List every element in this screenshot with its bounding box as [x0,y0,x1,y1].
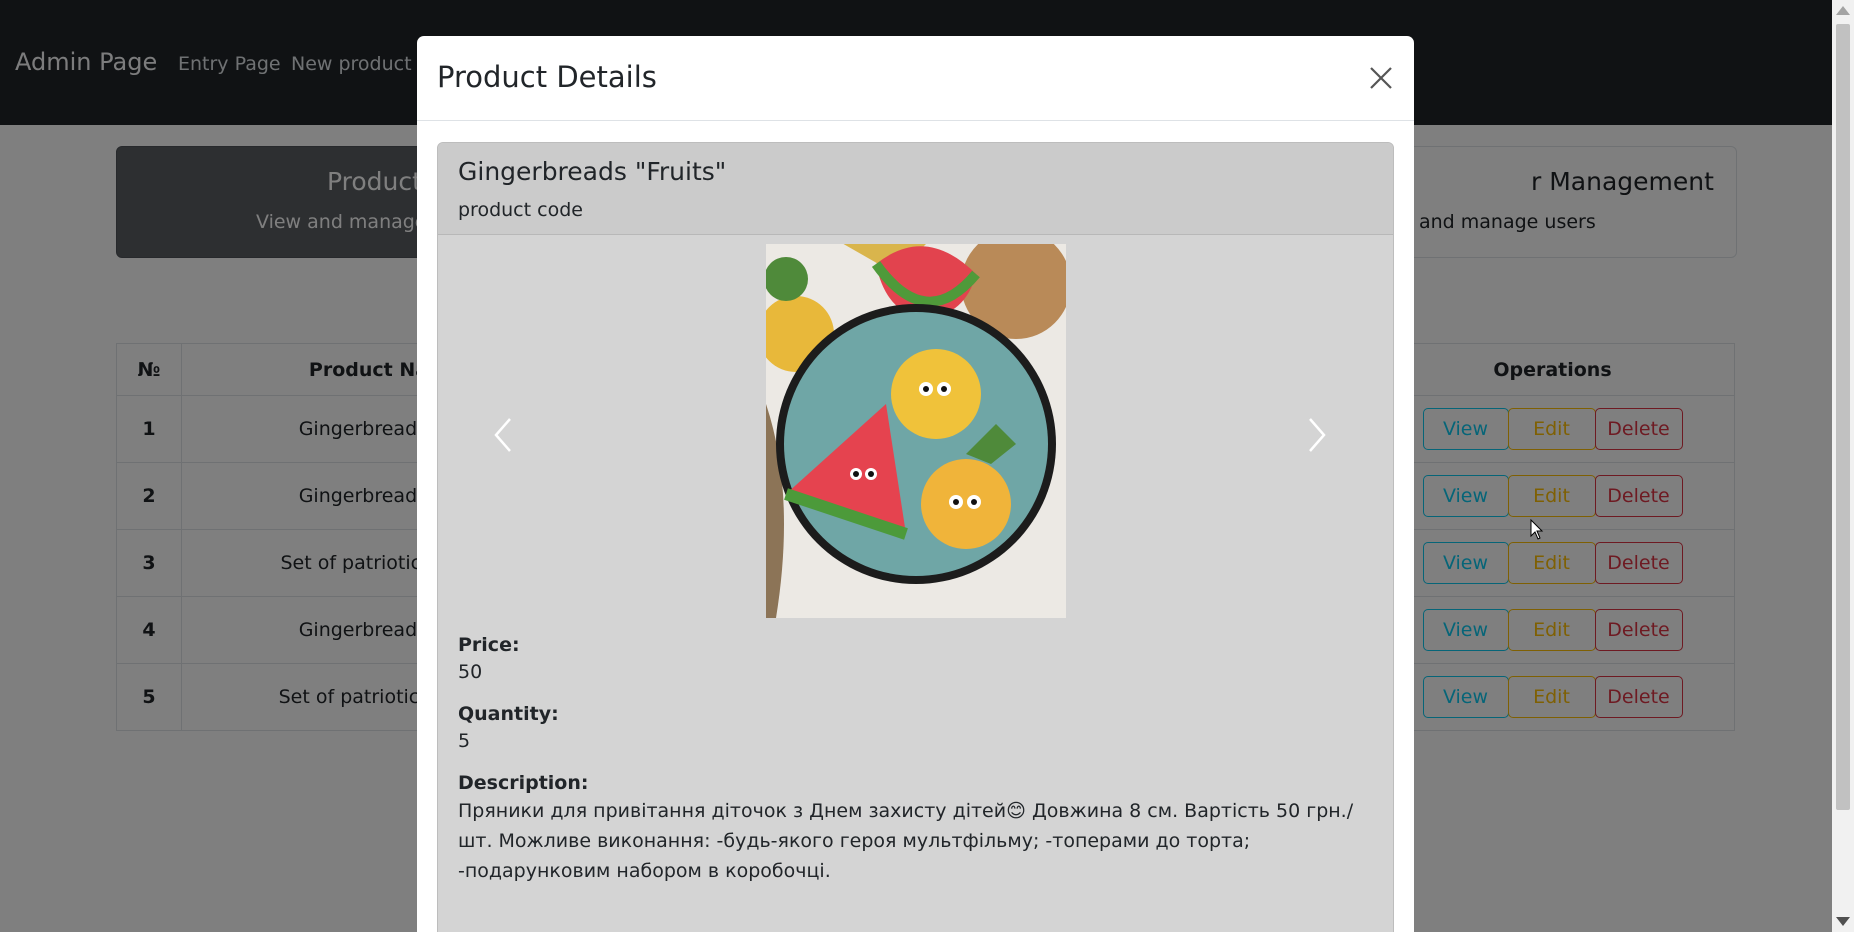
product-title: Gingerbreads "Fruits" [458,157,727,186]
quantity-label: Quantity: [458,703,559,725]
scroll-up-arrow-icon[interactable] [1836,6,1850,15]
product-image [766,244,1066,618]
close-icon[interactable] [1367,64,1395,92]
price-value: 50 [458,661,483,683]
scroll-thumb[interactable] [1836,24,1850,810]
page-scrollbar[interactable] [1832,0,1854,932]
product-code: product code [458,199,583,221]
quantity-value: 5 [458,730,471,752]
description-text: Пряники для привітання діточок з Днем за… [458,800,1354,882]
scroll-down-arrow-icon[interactable] [1836,917,1850,926]
product-details-modal: Product Details Gingerbreads "Fruits" pr… [417,36,1414,932]
carousel-next-icon[interactable] [1302,415,1332,455]
product-card-header: Gingerbreads "Fruits" product code [438,143,1393,235]
price-label: Price: [458,634,520,656]
mouse-cursor-icon [1530,519,1544,540]
product-card: Gingerbreads "Fruits" product code Price… [437,142,1394,932]
modal-header: Product Details [417,36,1414,121]
carousel-prev-icon[interactable] [488,415,518,455]
description-label: Description: [458,772,589,794]
modal-title: Product Details [437,60,657,94]
